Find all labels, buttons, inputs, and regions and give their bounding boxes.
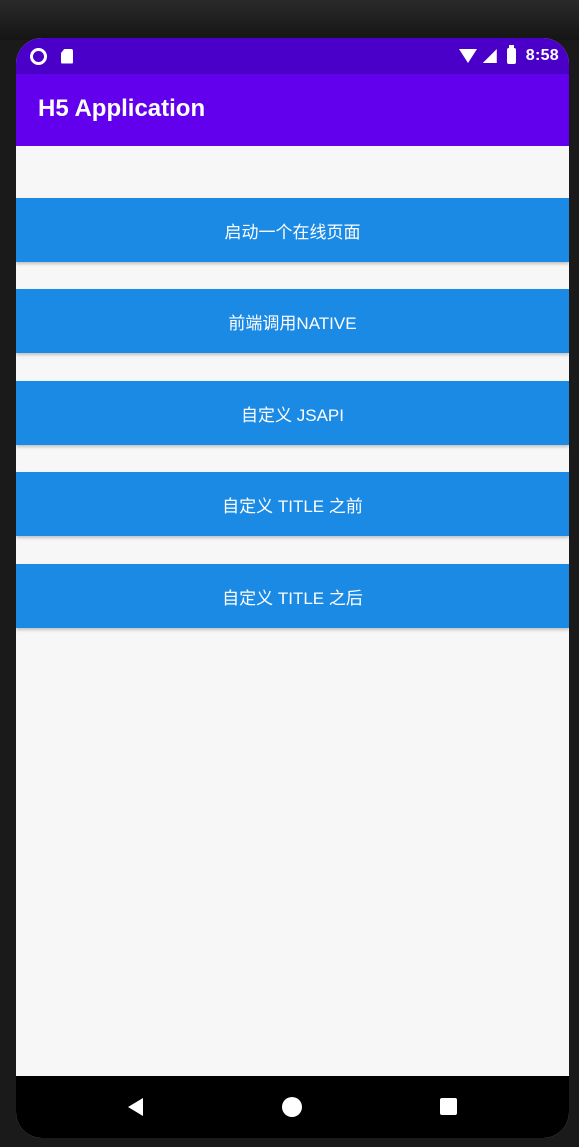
wifi-icon <box>458 49 477 63</box>
app-title: H5 Application <box>38 95 206 122</box>
custom-title-before-button[interactable]: 自定义 TITLE 之前 <box>16 472 569 536</box>
cell-signal-icon <box>482 49 497 63</box>
launch-online-page-button-label: 启动一个在线页面 <box>224 222 361 242</box>
navigation-bar <box>16 1076 569 1138</box>
battery-icon <box>506 45 516 64</box>
app-bar: H5 Application <box>16 74 569 146</box>
back-icon[interactable] <box>128 1098 143 1116</box>
main-content: 启动一个在线页面 前端调用NATIVE 自定义 JSAPI 自定义 TITLE … <box>16 146 569 1076</box>
phone-screen: 8:58 H5 Application 启动一个在线页面 前端调用NATIVE … <box>16 38 569 1138</box>
frontend-call-native-button-label: 前端调用NATIVE <box>228 313 357 333</box>
custom-jsapi-button[interactable]: 自定义 JSAPI <box>16 381 569 445</box>
status-bar-clock: 8:58 <box>525 47 559 64</box>
launch-online-page-button[interactable]: 启动一个在线页面 <box>16 198 569 262</box>
status-bar-left-icons <box>30 47 73 65</box>
custom-title-after-button-label: 自定义 TITLE 之后 <box>222 588 363 608</box>
custom-jsapi-button-label: 自定义 JSAPI <box>241 405 344 425</box>
frontend-call-native-button[interactable]: 前端调用NATIVE <box>16 289 569 353</box>
device-frame: 8:58 H5 Application 启动一个在线页面 前端调用NATIVE … <box>0 0 579 1147</box>
recents-icon[interactable] <box>440 1098 457 1115</box>
sd-card-icon <box>61 48 73 64</box>
custom-title-after-button[interactable]: 自定义 TITLE 之后 <box>16 564 569 628</box>
home-icon[interactable] <box>282 1097 302 1117</box>
device-top-edge <box>0 0 579 40</box>
status-bar: 8:58 <box>16 38 569 74</box>
notification-ring-icon <box>30 47 47 65</box>
custom-title-before-button-label: 自定义 TITLE 之前 <box>222 496 363 516</box>
status-bar-right-icons: 8:58 <box>458 44 559 68</box>
